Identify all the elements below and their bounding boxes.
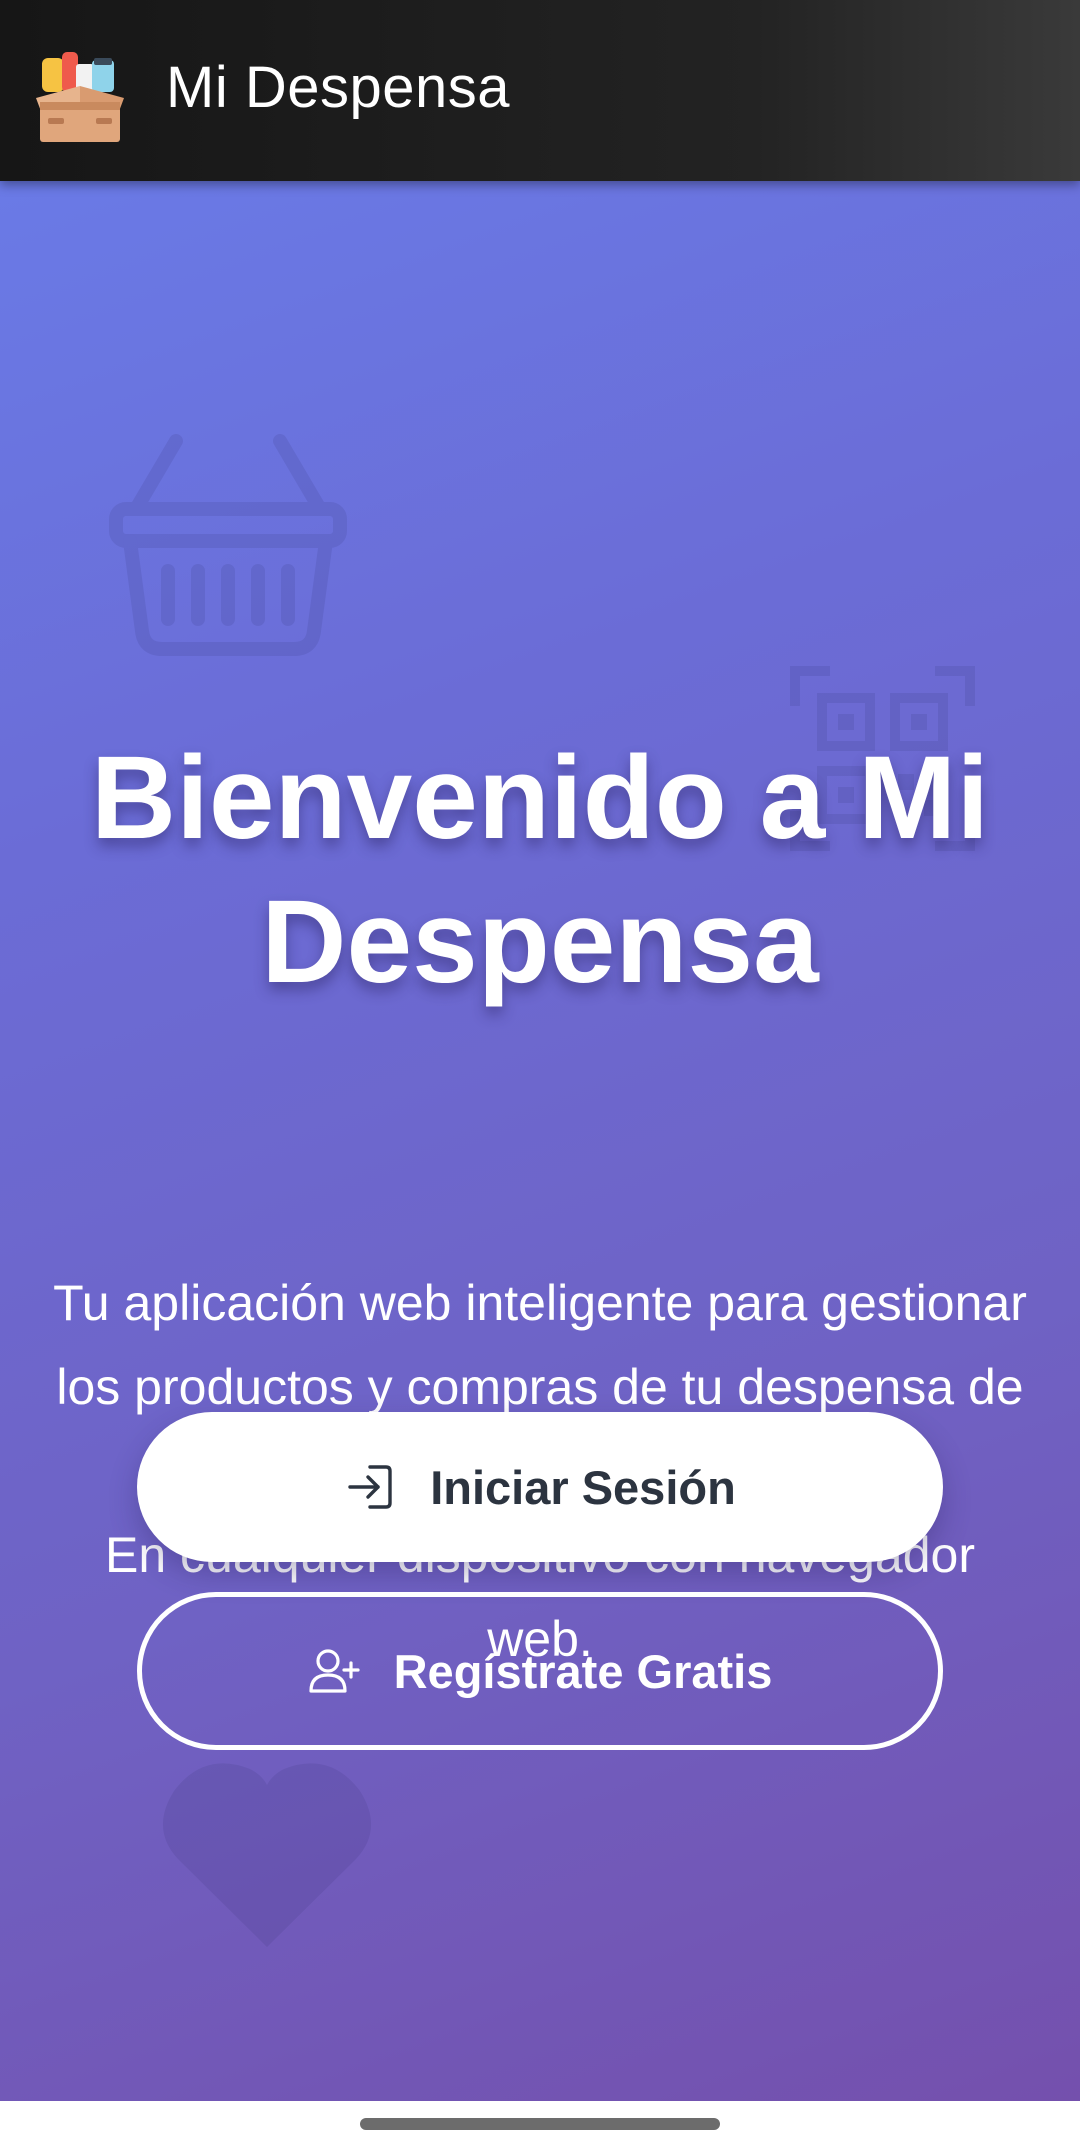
home-indicator[interactable] [360,2118,720,2130]
login-button[interactable]: Iniciar Sesión [137,1412,943,1562]
app-title: Mi Despensa [166,55,510,120]
pantry-box-icon [36,52,124,142]
user-plus-icon [309,1649,360,1693]
register-button[interactable]: Regístrate Gratis [137,1592,943,1750]
login-icon [348,1465,392,1509]
hero-section: Bienvenido a Mi Despensa Tu aplicación w… [0,181,1080,2101]
system-nav-bar [0,2101,1080,2149]
login-button-label: Iniciar Sesión [430,1460,736,1514]
welcome-screen: Mi Despensa Bienvenido a Mi Despensa Tu … [0,0,1080,2149]
shopping-basket-icon [109,434,347,656]
heart-icon [162,1763,372,1947]
app-bar: Mi Despensa [0,0,1080,181]
welcome-heading: Bienvenido a Mi Despensa [90,732,990,1008]
register-button-label: Regístrate Gratis [393,1644,773,1698]
